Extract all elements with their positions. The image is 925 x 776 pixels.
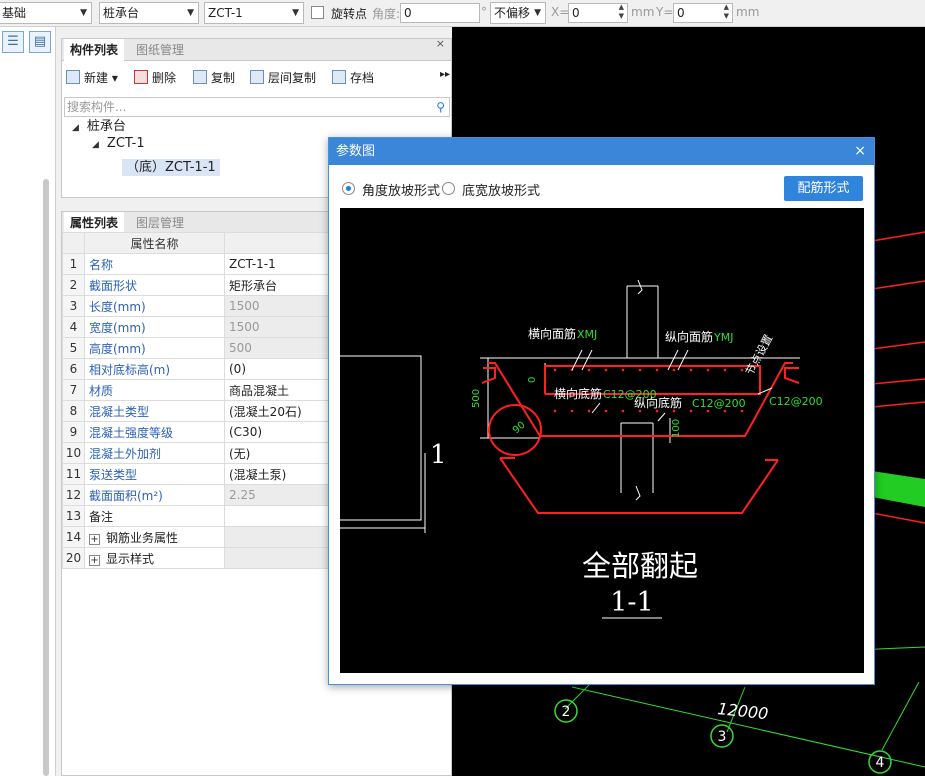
list-view-icon[interactable]: ☰ [2, 31, 24, 53]
rotate-point-checkbox[interactable] [311, 6, 324, 19]
archive-button[interactable]: 存档 [332, 69, 374, 86]
dialog-title-bar: 参数图 × [329, 138, 874, 165]
scrollbar[interactable] [43, 179, 49, 776]
new-icon [66, 70, 80, 84]
component-select[interactable]: ZCT-1 ▼ [204, 2, 304, 24]
label-top-h: 横向面筋 [528, 326, 576, 341]
table-row[interactable]: 2 截面形状 矩形承台 [62, 274, 331, 296]
dimension-label: 12000 [717, 699, 770, 723]
floor-select[interactable]: 基础 ▼ [0, 2, 92, 24]
x-unit: mm [631, 5, 655, 19]
delete-icon [134, 70, 148, 84]
column-header: 属性名称 [84, 232, 225, 254]
floor-copy-button[interactable]: 层间复制 [250, 69, 316, 86]
rebar-form-button[interactable]: 配筋形式 [784, 176, 863, 201]
y-unit: mm [736, 5, 760, 19]
axis-label: 4 [876, 755, 885, 771]
grid-view-icon[interactable]: ▤ [29, 31, 51, 53]
spinner-icon[interactable]: ▲ ▼ [724, 3, 729, 21]
chevron-down-icon: ▼ [292, 8, 299, 18]
more-icon[interactable]: ▸▸ [440, 69, 450, 80]
tree-item-zct[interactable]: ◢ ZCT-1 [92, 136, 145, 151]
width-slope-radio[interactable] [442, 182, 455, 195]
dim-0: 0 [527, 377, 538, 383]
angle-slope-radio[interactable] [342, 182, 355, 195]
table-row[interactable]: 1 名称 ZCT-1-1 [62, 253, 331, 275]
top-toolbar: 基础 ▼ 桩承台 ▼ ZCT-1 ▼ 旋转点 角度: 0 ° 不偏移 ▼ X= 0 ▲ ▼ … [0, 0, 925, 27]
table-row[interactable]: 12 截面面积(m²) 2.25 [62, 484, 331, 506]
label-bot-v: 纵向底筋 [634, 395, 682, 410]
table-row[interactable]: 13 备注 [62, 505, 331, 527]
axis-label: 3 [718, 729, 727, 745]
dim-100: 100 [671, 419, 682, 438]
category-select[interactable]: 桩承台 ▼ [99, 2, 199, 24]
chevron-down-icon: ▼ [187, 8, 194, 18]
drawing-title: 全部翻起 [582, 549, 698, 583]
expand-icon[interactable]: + [89, 554, 100, 566]
label-top-h-code: XMJ [577, 328, 597, 341]
table-header: 属性名称 [62, 232, 331, 254]
table-row[interactable]: 14 + 钢筋业务属性 [62, 526, 331, 548]
table-row[interactable]: 7 材质 商品混凝土 [62, 379, 331, 401]
collapse-icon[interactable]: ◢ [92, 140, 99, 150]
chevron-down-icon: ▼ [534, 8, 541, 18]
table-row[interactable]: 20 + 显示样式 [62, 547, 331, 569]
table-row[interactable]: 11 泵送类型 (混凝土泵) [62, 463, 331, 485]
table-row[interactable]: 6 相对底标高(m) (0) [62, 358, 331, 380]
expand-icon[interactable]: + [89, 533, 100, 545]
tab-component-list[interactable]: 构件列表 [64, 39, 125, 61]
left-strip: ☰ ▤ [0, 27, 56, 776]
y-label: Y= [656, 5, 674, 19]
section-label: 1-1 [610, 587, 653, 618]
angle-label: 角度: [372, 7, 401, 21]
table-row[interactable]: 8 混凝土类型 (混凝土20石) [62, 400, 331, 422]
new-button[interactable]: 新建 ▾ [66, 69, 118, 86]
spinner-icon[interactable]: ▲ ▼ [619, 3, 624, 21]
table-row[interactable]: 10 混凝土外加剂 (无) [62, 442, 331, 464]
label-top-v: 纵向面筋 [665, 329, 713, 344]
angle-input[interactable]: 0 [400, 3, 480, 23]
tree-item-root[interactable]: ◢ 桩承台 [72, 115, 126, 134]
x-label: X= [551, 5, 570, 19]
close-icon[interactable]: × [436, 37, 445, 50]
collapse-icon[interactable]: ◢ [72, 123, 79, 133]
section-diagram: 横向面筋 XMJ 纵向面筋 YMJ 节点设置 横向底筋 C12@200 纵向底筋… [340, 279, 823, 619]
y-input[interactable]: 0 ▲ ▼ [673, 3, 733, 23]
tab-drawing-management[interactable]: 图纸管理 [130, 39, 190, 61]
degree-label: ° [481, 5, 487, 19]
angle-90: 90 [511, 420, 528, 437]
table-row[interactable]: 9 混凝土强度等级 (C30) [62, 421, 331, 443]
search-input[interactable]: 搜索构件... ⚲ [64, 97, 450, 117]
x-input[interactable]: 0 ▲ ▼ [568, 3, 628, 23]
property-table: 属性名称 1 名称 ZCT-1-1 2 截面形状 矩形承台 3 长度(mm) 1500 4宽… [62, 232, 331, 569]
copy-button[interactable]: 复制 [193, 69, 235, 86]
table-row[interactable]: 5 高度(mm) 500 [62, 337, 331, 359]
close-icon[interactable]: × [854, 138, 866, 165]
label-top-v-code: YMJ [713, 331, 733, 344]
label-side: C12@200 [769, 395, 823, 408]
dim-500: 500 [471, 389, 482, 408]
search-icon[interactable]: ⚲ [436, 98, 445, 116]
tab-layer-management[interactable]: 图层管理 [130, 212, 190, 234]
floor-copy-icon [250, 70, 264, 84]
section-mark: 1 [430, 440, 447, 470]
label-bot-v-val: C12@200 [692, 397, 746, 410]
archive-icon [332, 70, 346, 84]
parameter-dialog: 参数图 × 角度放坡形式 底宽放坡形式 配筋形式 横向面筋 XMJ 纵向面筋 Y… [328, 137, 875, 685]
label-bot-h: 横向底筋 [554, 386, 602, 401]
copy-icon [193, 70, 207, 84]
tree-item-selected[interactable]: （底）ZCT-1-1 [122, 156, 220, 176]
component-tabs: 构件列表 图纸管理 × [62, 37, 451, 61]
table-row[interactable]: 4 宽度(mm) 1500 [62, 316, 331, 338]
delete-button[interactable]: 删除 [134, 69, 176, 86]
parameter-drawing[interactable]: 横向面筋 XMJ 纵向面筋 YMJ 节点设置 横向底筋 C12@200 纵向底筋… [340, 208, 864, 673]
chevron-down-icon: ▼ [80, 8, 87, 18]
angle-slope-label[interactable]: 角度放坡形式 [362, 180, 440, 199]
axis-label: 2 [562, 704, 571, 720]
tab-property-list[interactable]: 属性列表 [64, 212, 125, 234]
width-slope-label[interactable]: 底宽放坡形式 [462, 180, 540, 199]
table-row[interactable]: 3 长度(mm) 1500 [62, 295, 331, 317]
offset-select[interactable]: 不偏移 ▼ [490, 2, 546, 24]
rotate-point-label: 旋转点 [331, 7, 368, 21]
